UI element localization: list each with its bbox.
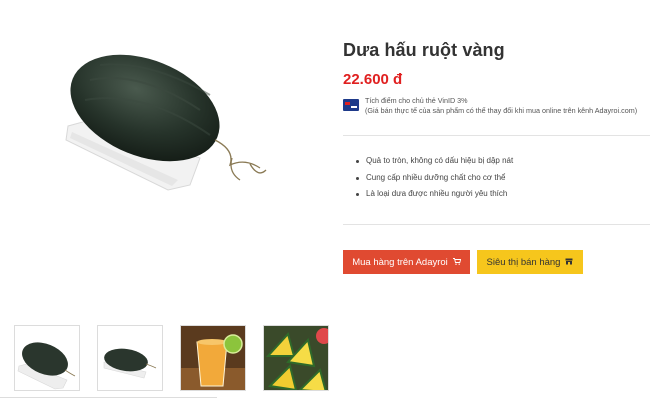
product-title: Dưa hấu ruột vàng <box>343 40 505 60</box>
buy-on-adayroi-button[interactable]: Mua hàng trên Adayroi <box>343 250 470 274</box>
list-item: Là loại dưa được nhiều người yêu thích <box>356 186 513 203</box>
thumbnail-gallery <box>14 325 329 391</box>
store-button-label: Siêu thị bán hàng <box>486 256 561 268</box>
price-disclaimer: (Giá bán thực tế của sản phẩm có thể tha… <box>365 106 638 115</box>
divider <box>343 224 650 225</box>
vinid-points-text: Tích điểm cho chủ thẻ VinID 3% <box>365 96 468 105</box>
thumbnail-juice[interactable] <box>180 325 246 391</box>
thumbnail-watermelon-2[interactable] <box>97 325 163 391</box>
thumbnail-watermelon[interactable] <box>14 325 80 391</box>
buy-button-label: Mua hàng trên Adayroi <box>352 256 448 268</box>
list-item: Quả to tròn, không có dấu hiệu bị dập ná… <box>356 153 513 170</box>
product-info: Dưa hấu ruột vàng 22.600 đ Tích điểm cho… <box>343 40 643 116</box>
store-icon <box>565 258 573 267</box>
main-product-image <box>60 40 275 200</box>
gallery-divider <box>0 397 217 398</box>
thumbnail-yellow-watermelon-slices[interactable] <box>263 325 329 391</box>
product-price: 22.600 đ <box>343 71 403 88</box>
vinid-card-icon <box>343 99 359 111</box>
cart-icon <box>452 257 461 267</box>
store-locator-button[interactable]: Siêu thị bán hàng <box>477 250 583 274</box>
vinid-points: Tích điểm cho chủ thẻ VinID 3% (Giá bán … <box>343 96 643 116</box>
list-item: Cung cấp nhiều dưỡng chất cho cơ thể <box>356 170 513 187</box>
feature-list: Quả to tròn, không có dấu hiệu bị dập ná… <box>356 153 513 203</box>
divider <box>343 135 650 136</box>
